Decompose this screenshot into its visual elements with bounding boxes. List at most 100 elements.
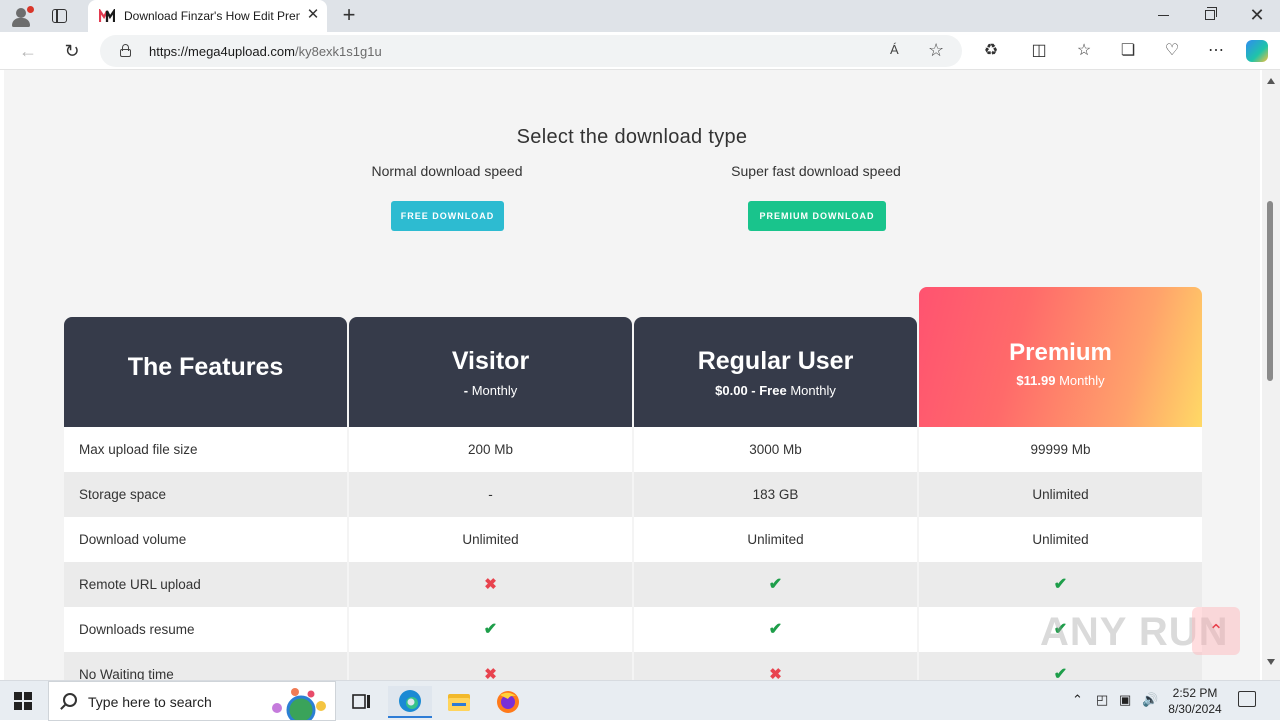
notification-center-icon[interactable] xyxy=(1238,691,1256,707)
profile-avatar-icon[interactable] xyxy=(10,6,34,28)
feature-label: Remote URL upload xyxy=(64,562,347,607)
tab-title: Download Finzar's How Edit Premiere xyxy=(124,9,300,23)
cell-value: 3000 Mb xyxy=(749,442,802,457)
browser-tab-strip: Download Finzar's How Edit Premiere ✕ + … xyxy=(0,0,1280,32)
table-row: Downloads resume ✔ ✔ ✔ xyxy=(64,607,1202,652)
address-bar[interactable]: https://mega4upload.com/ky8exk1s1g1u Á … xyxy=(100,35,962,67)
feature-label: Downloads resume xyxy=(64,607,347,652)
feature-label: Max upload file size xyxy=(64,427,347,472)
edge-taskbar-icon[interactable] xyxy=(388,686,432,718)
feature-label: No Waiting time xyxy=(64,652,347,680)
cross-icon: ✖ xyxy=(769,666,782,680)
feature-label: Storage space xyxy=(64,472,347,517)
table-row: Download volume Unlimited Unlimited Unlimit… xyxy=(64,517,1202,562)
scrollbar-thumb[interactable] xyxy=(1267,201,1273,381)
cell-value: 200 Mb xyxy=(467,442,514,457)
favorites-icon[interactable]: ☆ xyxy=(1073,40,1095,62)
task-view-icon[interactable] xyxy=(339,686,383,718)
super-speed-label: Super fast download speed xyxy=(731,163,901,179)
browser-essentials-icon[interactable]: ♡ xyxy=(1161,40,1183,62)
file-explorer-icon[interactable] xyxy=(437,686,481,718)
cross-icon: ✖ xyxy=(484,576,497,593)
favorite-star-icon[interactable]: ☆ xyxy=(928,40,944,61)
table-row: No Waiting time ✖ ✖ ✔ xyxy=(64,652,1202,680)
plan-price: - Monthly xyxy=(463,383,518,398)
plan-header-premium: Premium $11.99 Monthly xyxy=(919,287,1202,427)
scroll-down-arrow-icon[interactable] xyxy=(1267,659,1275,665)
check-icon: ✔ xyxy=(1053,666,1068,680)
clock-time: 2:52 PM xyxy=(1172,686,1218,700)
search-highlight-art-icon xyxy=(272,688,326,720)
cell-value: Unlimited xyxy=(747,532,804,547)
premium-download-button[interactable]: PREMIUM DOWNLOAD xyxy=(748,201,886,231)
cell-value: 183 GB xyxy=(752,487,799,502)
split-screen-icon[interactable]: ◫ xyxy=(1028,40,1050,62)
plan-value-cell: 3000 Mb xyxy=(634,427,917,472)
window-minimize-button[interactable] xyxy=(1158,15,1169,16)
plan-value-cell: 183 GB xyxy=(634,472,917,517)
plan-value-cell: ✔ xyxy=(634,607,917,652)
plan-value-cell: ✔ xyxy=(349,607,632,652)
page-scrollbar[interactable] xyxy=(1262,70,1280,680)
tray-overflow-chevron-icon[interactable]: ⌃ xyxy=(1072,692,1083,708)
extensions-icon[interactable]: ♻ xyxy=(980,40,1002,62)
tab-close-icon[interactable]: ✕ xyxy=(305,7,321,23)
cross-icon: ✖ xyxy=(484,666,497,680)
plan-value-cell: Unlimited xyxy=(349,517,632,562)
collections-icon[interactable]: ❏ xyxy=(1117,40,1139,62)
back-arrow-icon[interactable]: ← xyxy=(18,41,38,61)
plan-price: $11.99 Monthly xyxy=(1016,373,1105,388)
network-icon[interactable]: ▣ xyxy=(1119,692,1131,708)
cell-value: Unlimited xyxy=(462,532,519,547)
table-row: Max upload file size 200 Mb 3000 Mb 99999 M… xyxy=(64,427,1202,472)
tab-actions-icon[interactable] xyxy=(52,9,67,23)
cell-value: 99999 Mb xyxy=(1030,442,1091,457)
browser-toolbar: ← ↻ https://mega4upload.com/ky8exk1s1g1u… xyxy=(0,32,1280,70)
taskbar-search-box[interactable]: Type here to search xyxy=(48,681,336,721)
plan-value-cell: Unlimited xyxy=(919,472,1202,517)
read-aloud-icon[interactable]: Á xyxy=(890,42,899,57)
plan-value-cell: ✔ xyxy=(634,562,917,607)
copilot-icon[interactable] xyxy=(1246,40,1268,62)
plan-value-cell: ✔ xyxy=(919,652,1202,680)
page-content: Select the download type Normal download… xyxy=(4,70,1260,680)
cell-value: Unlimited xyxy=(1032,532,1089,547)
plan-value-cell: ✖ xyxy=(349,652,632,680)
table-row: Storage space - 183 GB Unlimited xyxy=(64,472,1202,517)
search-placeholder: Type here to search xyxy=(88,694,212,710)
check-icon: ✔ xyxy=(768,621,783,638)
scroll-up-arrow-icon[interactable] xyxy=(1267,78,1275,84)
features-header: The Features xyxy=(64,317,347,427)
table-row: Remote URL upload ✖ ✔ ✔ xyxy=(64,562,1202,607)
plan-value-cell: - xyxy=(349,472,632,517)
firefox-icon[interactable] xyxy=(486,686,530,718)
lock-icon[interactable] xyxy=(120,44,131,57)
free-download-button[interactable]: FREE DOWNLOAD xyxy=(391,201,504,231)
plan-price: $0.00 - Free Monthly xyxy=(715,383,836,398)
plan-value-cell: Unlimited xyxy=(634,517,917,562)
search-icon xyxy=(63,693,77,707)
more-options-icon[interactable]: ⋯ xyxy=(1205,40,1227,62)
check-icon: ✔ xyxy=(768,576,783,593)
system-clock[interactable]: 2:52 PM 8/30/2024 xyxy=(1160,685,1230,717)
clock-date: 8/30/2024 xyxy=(1168,702,1222,716)
normal-speed-label: Normal download speed xyxy=(371,163,523,179)
features-title: The Features xyxy=(127,353,284,381)
new-tab-button[interactable]: + xyxy=(338,4,360,26)
plan-value-cell: 200 Mb xyxy=(349,427,632,472)
reload-icon[interactable]: ↻ xyxy=(62,41,82,61)
windows-start-icon[interactable] xyxy=(14,692,32,710)
plan-name: Premium xyxy=(1009,339,1112,366)
plan-header-visitor: Visitor - Monthly xyxy=(349,317,632,427)
tray-app-icon[interactable]: ◰ xyxy=(1096,692,1108,708)
site-favicon-icon xyxy=(99,9,115,22)
url-text[interactable]: https://mega4upload.com/ky8exk1s1g1u xyxy=(149,44,382,59)
plan-value-cell: ✖ xyxy=(349,562,632,607)
window-restore-button[interactable] xyxy=(1205,7,1217,20)
download-type-title: Select the download type xyxy=(516,126,748,148)
volume-icon[interactable]: 🔊 xyxy=(1142,692,1158,708)
page-viewport: Select the download type Normal download… xyxy=(0,70,1280,680)
tab-active[interactable]: Download Finzar's How Edit Premiere ✕ xyxy=(88,0,327,32)
scroll-to-top-button[interactable]: ⌃ xyxy=(1192,607,1240,655)
window-close-button[interactable]: ✕ xyxy=(1248,6,1266,24)
